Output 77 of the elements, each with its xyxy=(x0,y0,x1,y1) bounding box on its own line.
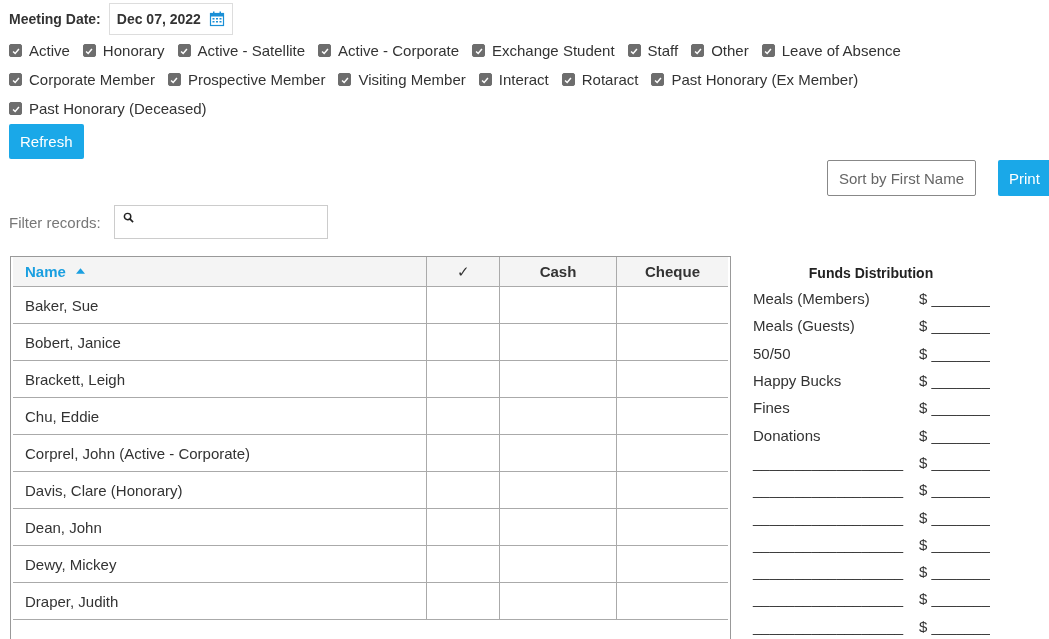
fund-amount: $ _______ xyxy=(919,317,990,335)
checkbox-label: Past Honorary (Deceased) xyxy=(29,100,207,117)
search-icon xyxy=(122,212,134,223)
table-cell: Baker, Sue xyxy=(13,286,427,324)
fund-amount: $ _______ xyxy=(919,535,990,553)
table-cell: Dewy, Mickey xyxy=(13,545,427,583)
fund-amount: $ _______ xyxy=(919,426,990,444)
fund-label: __________________ xyxy=(753,481,905,499)
checkbox-label: Exchange Student xyxy=(492,42,615,59)
fund-label: __________________ xyxy=(753,563,905,581)
checkbox-label: Other xyxy=(711,42,749,59)
fund-amount: $ _______ xyxy=(919,399,990,417)
checkbox-label: Leave of Absence xyxy=(781,42,901,59)
fund-amount: $ _______ xyxy=(919,481,990,499)
fund-amount: $ _______ xyxy=(919,563,990,581)
checkbox[interactable] xyxy=(9,73,22,86)
fund-label: Meals (Guests) xyxy=(753,317,856,335)
fund-label: __________________ xyxy=(753,590,905,608)
checkbox[interactable] xyxy=(478,73,492,86)
checkbox-label: Past Honorary (Ex Member) xyxy=(671,71,859,88)
sort-caret-icon xyxy=(75,268,85,274)
checkbox[interactable] xyxy=(338,73,352,86)
fund-amount: $ _______ xyxy=(919,372,990,390)
date-field[interactable]: Dec 07, 2022 xyxy=(108,3,233,35)
fund-label: Donations xyxy=(753,426,822,444)
checkbox[interactable] xyxy=(177,44,191,57)
fund-label: Meals (Members) xyxy=(753,290,871,308)
checkbox[interactable] xyxy=(651,73,665,86)
fund-label: __________________ xyxy=(753,617,905,635)
table-cell: Dean, John xyxy=(13,508,427,546)
column-header[interactable]: ✓ xyxy=(426,257,500,287)
checkbox-label: Honorary xyxy=(102,42,165,59)
table-cell: Chu, Eddie xyxy=(13,397,427,435)
checkbox[interactable] xyxy=(472,44,485,57)
funds-title: Funds Distribution xyxy=(807,265,935,281)
sort-button[interactable]: Sort by First Name xyxy=(826,160,976,196)
fund-amount: $ _______ xyxy=(919,617,990,635)
fund-amount: $ _______ xyxy=(919,453,990,471)
checkbox-label: Corporate Member xyxy=(29,71,155,88)
table-cell: Davis, Clare (Honorary) xyxy=(13,471,427,509)
checkbox[interactable] xyxy=(82,44,96,57)
meeting-date-label: Meeting Date: xyxy=(9,11,101,27)
checkbox[interactable] xyxy=(761,44,775,57)
filter-field[interactable] xyxy=(113,205,328,239)
checkbox[interactable] xyxy=(627,44,641,57)
table-cell: Corprel, John (Active - Corporate) xyxy=(13,434,427,472)
filter-label: Filter records: xyxy=(9,213,101,231)
column-header[interactable]: Cheque xyxy=(616,257,728,287)
fund-label: __________________ xyxy=(753,453,905,471)
table-cell: Brackett, Leigh xyxy=(13,360,427,398)
checkbox[interactable] xyxy=(318,44,332,57)
fund-amount: $ _______ xyxy=(919,508,990,526)
fund-label: Fines xyxy=(753,399,791,417)
checkbox[interactable] xyxy=(167,73,181,86)
fund-amount: $ _______ xyxy=(919,590,990,608)
fund-label: Happy Bucks xyxy=(753,372,843,390)
checkbox[interactable] xyxy=(9,44,22,57)
fund-label: 50/50 xyxy=(753,344,792,362)
checkbox-label: Active - Corporate xyxy=(338,42,459,59)
column-header[interactable]: Cash xyxy=(499,257,617,287)
checkbox-label: Staff xyxy=(647,42,679,59)
fund-label: __________________ xyxy=(753,508,905,526)
checkbox-label: Prospective Member xyxy=(187,71,326,88)
table-cell: Bobert, Janice xyxy=(13,323,427,361)
checkbox-label: Active - Satellite xyxy=(197,42,306,59)
fund-amount: $ _______ xyxy=(919,344,990,362)
checkbox-label: Rotaract xyxy=(581,71,639,88)
checkbox-label: Active xyxy=(29,42,70,59)
checkbox[interactable] xyxy=(561,73,575,86)
checkbox[interactable] xyxy=(691,44,705,57)
fund-amount: $ _______ xyxy=(919,290,990,308)
fund-label: __________________ xyxy=(753,535,905,553)
checkbox-label: Visiting Member xyxy=(358,71,466,88)
checkbox[interactable] xyxy=(9,102,22,115)
calendar-icon[interactable] xyxy=(208,11,225,27)
table-cell: Draper, Judith xyxy=(13,582,427,620)
checkbox-label: Interact xyxy=(498,71,549,88)
